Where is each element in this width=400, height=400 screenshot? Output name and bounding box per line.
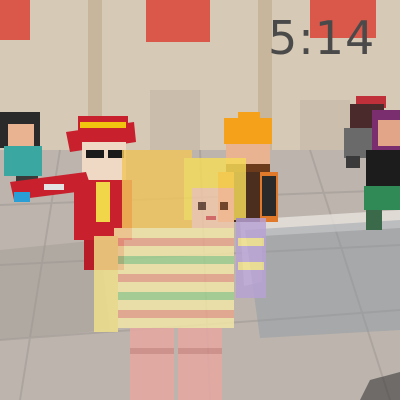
wall-banner [0,0,30,40]
wall-banner [146,0,210,42]
game-scene[interactable]: 5:14 [0,0,400,400]
floor-shadow [245,220,400,338]
match-timer: 5:14 [268,11,376,65]
wall-shadow [300,100,350,150]
wall-shadow [150,90,200,150]
